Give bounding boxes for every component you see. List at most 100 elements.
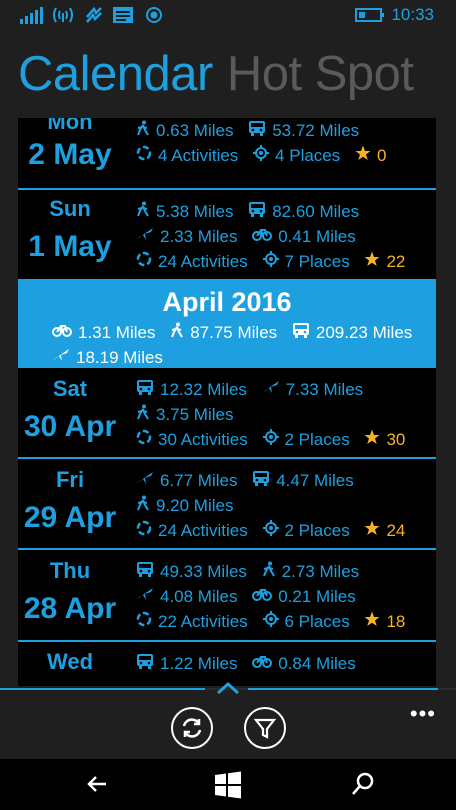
stats-row: 5.38 Miles 82.60 Miles — [136, 201, 369, 223]
score: 18 — [386, 611, 406, 631]
stats-row: 1.31 Miles 87.75 Miles 209.23 Miles — [52, 322, 422, 344]
stats-row: 6.77 Miles 4.47 Miles — [136, 470, 364, 492]
stats-row: 2.33 Miles 0.41 Miles — [136, 226, 366, 248]
plane-icon — [136, 226, 160, 247]
bike-icon — [52, 322, 78, 343]
stats-row: 4.08 Miles 0.21 Miles — [136, 586, 366, 608]
flight-distance: 7.33 Miles — [285, 379, 364, 399]
flight-distance: 18.19 Miles — [76, 347, 163, 367]
stats-row: 24 Activities 7 Places 22 — [136, 251, 415, 273]
walk-distance: 0.63 Miles — [156, 120, 234, 140]
filter-icon — [246, 718, 284, 751]
clock: 10:33 — [391, 5, 434, 24]
plane-icon — [262, 379, 286, 400]
day-date: 2 May — [28, 138, 112, 171]
walk-icon — [136, 120, 156, 141]
bus-distance: 49.33 Miles — [160, 561, 247, 581]
walk-distance: 87.75 Miles — [190, 322, 278, 342]
places-icon — [253, 145, 275, 166]
bus-distance: 82.60 Miles — [272, 201, 360, 221]
calendar-list[interactable]: Mon 2 May 0.63 Miles 53.72 Miles 4 Activ… — [18, 118, 436, 686]
refresh-icon — [173, 718, 211, 751]
walk-icon — [136, 201, 156, 222]
bus-icon — [136, 379, 160, 400]
message-icon — [112, 5, 134, 25]
walk-distance: 9.20 Miles — [156, 495, 234, 515]
bus-distance: 1.22 Miles — [160, 653, 238, 673]
bike-distance: 1.31 Miles — [78, 322, 156, 342]
location-icon — [145, 5, 163, 25]
day-date: 1 May — [28, 230, 112, 263]
stats-row: 18.19 Miles — [52, 347, 173, 369]
places-icon — [262, 520, 285, 541]
day-of-week: Fri — [55, 467, 85, 492]
walk-distance: 5.38 Miles — [156, 201, 234, 221]
bike-distance: 0.21 Miles — [278, 586, 356, 606]
bike-distance: 0.84 Miles — [278, 653, 356, 673]
star-icon — [364, 429, 386, 450]
day-of-week: Sun — [49, 196, 91, 221]
plane-icon — [52, 347, 76, 368]
places-count: 2 Places — [284, 520, 350, 540]
flight-distance: 2.33 Miles — [160, 226, 238, 246]
status-bar: 10:33 — [0, 0, 456, 30]
star-icon — [364, 611, 386, 632]
activities-icon — [136, 520, 158, 541]
stats-row: 12.32 Miles 7.33 Miles — [136, 379, 373, 401]
day-of-week: Thu — [49, 558, 91, 583]
more-button[interactable]: ••• — [410, 701, 436, 727]
star-icon — [355, 145, 377, 166]
places-count: 7 Places — [284, 251, 350, 271]
stats-row: 24 Activities 2 Places 24 — [136, 520, 415, 542]
battery-icon — [355, 5, 385, 25]
divider — [18, 457, 436, 459]
activities-icon — [136, 145, 158, 166]
windows-icon[interactable] — [214, 771, 242, 804]
activities-icon — [136, 251, 158, 272]
walk-distance: 2.73 Miles — [281, 561, 360, 581]
wifi-icon — [52, 5, 74, 25]
data-icon — [84, 5, 104, 25]
score: 30 — [386, 429, 406, 449]
month-summary[interactable]: April 2016 1.31 Miles 87.75 Miles 209.23… — [18, 279, 436, 368]
refresh-button[interactable] — [171, 707, 213, 749]
places-icon — [262, 429, 285, 450]
activities-icon — [136, 611, 158, 632]
stats-row: 49.33 Miles 2.73 Miles — [136, 561, 369, 583]
day-date: 30 Apr — [23, 410, 117, 443]
places-count: 2 Places — [284, 429, 350, 449]
bike-distance: 0.41 Miles — [278, 226, 356, 246]
day-date: 28 Apr — [23, 592, 117, 625]
activities-count: 22 Activities — [158, 611, 248, 631]
plane-icon — [136, 470, 160, 491]
stats-row: 4 Activities 4 Places 0 — [136, 145, 396, 167]
nav-bar — [0, 759, 456, 810]
bike-icon — [252, 653, 278, 674]
filter-button[interactable] — [244, 707, 286, 749]
bus-icon — [136, 561, 160, 582]
bus-distance: 209.23 Miles — [315, 322, 413, 342]
flight-distance: 6.77 Miles — [160, 470, 238, 490]
bus-icon — [136, 653, 160, 674]
bus-icon — [248, 120, 272, 141]
search-icon[interactable] — [350, 771, 376, 802]
back-icon[interactable] — [84, 771, 110, 802]
bus-icon — [248, 201, 272, 222]
bus-icon — [292, 322, 316, 343]
walk-icon — [170, 322, 190, 343]
pivot-header: Calendar Hot Spot — [18, 46, 414, 102]
app-bar: ••• — [0, 695, 456, 759]
score: 24 — [386, 520, 406, 540]
stats-row: 9.20 Miles — [136, 495, 243, 517]
bike-icon — [252, 226, 278, 247]
plane-icon — [136, 586, 160, 607]
stats-row: 0.63 Miles 53.72 Miles — [136, 120, 369, 142]
bus-distance: 4.47 Miles — [276, 470, 354, 490]
divider — [18, 548, 436, 550]
activities-count: 4 Activities — [158, 145, 239, 165]
tab-hot-spot[interactable]: Hot Spot — [227, 47, 414, 101]
activities-count: 30 Activities — [158, 429, 248, 449]
day-of-week: Mon — [47, 118, 93, 134]
tab-calendar[interactable]: Calendar — [18, 47, 213, 101]
stats-row: 1.22 Miles 0.84 Miles — [136, 653, 366, 675]
